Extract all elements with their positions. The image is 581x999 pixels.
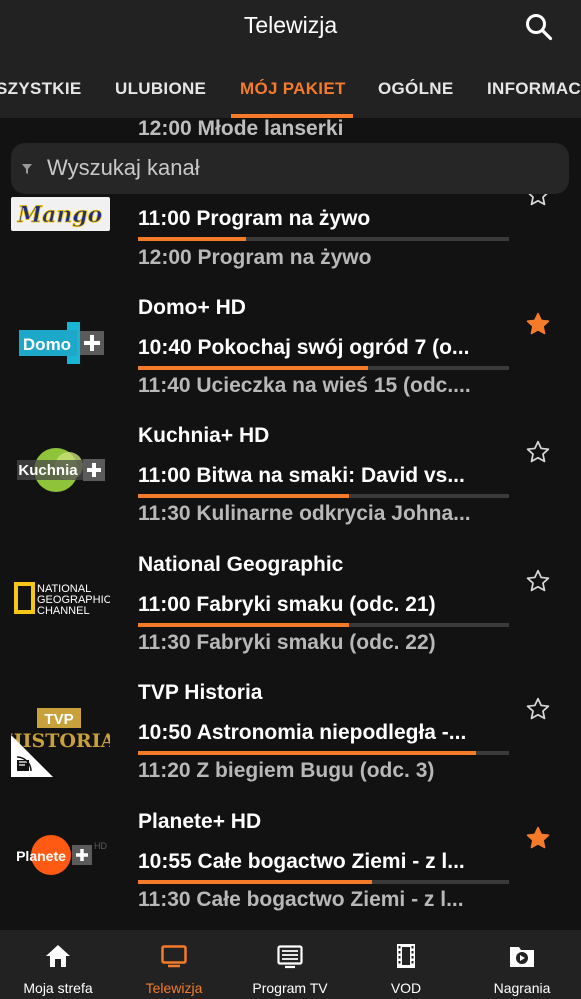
filter-icon: [21, 162, 33, 174]
next-program: 11:30 Kulinarne odkrycia Johna...: [138, 502, 471, 525]
channel-logo: Mango: [11, 197, 110, 257]
current-program: 11:00 Program na żywo: [138, 207, 371, 230]
channel-row[interactable]: NATIONAL GEOGRAPHIC CHANNEL National Geo…: [0, 547, 581, 675]
program-progress: [138, 623, 509, 627]
next-program: 11:30 Fabryki smaku (odc. 22): [138, 631, 436, 654]
channel-logo: TVP HISTORIA: [5, 705, 116, 780]
channel-row[interactable]: Planete HD Planete+ HD 10:55 Całe bogact…: [0, 804, 581, 930]
channel-name: Planete+ HD: [138, 810, 262, 833]
channel-row[interactable]: TVP HISTORIA TVP Historia 10:50 Astronom…: [0, 675, 581, 803]
channel-name: TVP Historia: [138, 681, 263, 704]
tab-informacje[interactable]: INFORMACJ: [487, 79, 581, 99]
nav-program-tv[interactable]: Program TV: [232, 930, 348, 999]
nav-nagrania[interactable]: Nagrania: [464, 930, 580, 999]
channel-row[interactable]: Kuchnia Kuchnia+ HD 11:00 Bitwa na smaki…: [0, 418, 581, 546]
program-progress: [138, 880, 509, 884]
channel-list[interactable]: 12:00 Młode lanserki Mango 11:00 Program…: [0, 0, 581, 930]
nav-label: Moja strefa: [23, 980, 93, 996]
next-program: 11:30 Całe bogactwo Ziemi - z l...: [138, 888, 464, 911]
program-progress: [138, 237, 509, 241]
current-program: 10:55 Całe bogactwo Ziemi - z l...: [138, 850, 465, 873]
nav-moja-strefa[interactable]: Moja strefa: [0, 930, 116, 999]
nav-label: Nagrania: [493, 980, 551, 996]
nav-telewizja[interactable]: Telewizja: [116, 930, 232, 999]
guide-icon: [277, 945, 303, 969]
program-progress: [138, 366, 509, 370]
search-icon[interactable]: [522, 10, 556, 44]
channel-name: Kuchnia+ HD: [138, 424, 270, 447]
channel-logo-text: Kuchnia: [18, 462, 78, 479]
nav-label: Telewizja: [145, 980, 203, 996]
next-program: 12:00 Program na żywo: [138, 246, 372, 269]
channel-logo-text: HISTORIA: [11, 730, 110, 752]
channel-logo-text: Domo: [23, 335, 71, 354]
current-program: 10:40 Pokochaj swój ogród 7 (o...: [138, 336, 470, 359]
current-program: 11:00 Bitwa na smaki: David vs...: [138, 464, 465, 487]
channel-logo-text: CHANNEL: [37, 605, 90, 617]
channel-logo: Domo: [11, 321, 110, 381]
partial-next-program: 12:00 Młode lanserki: [138, 117, 344, 140]
search-placeholder: Wyszukaj kanał: [47, 155, 200, 180]
next-program: 11:40 Ucieczka na wieś 15 (odc....: [138, 374, 471, 397]
favorite-star-icon[interactable]: [525, 311, 551, 337]
tab-wszystkie[interactable]: SZYSTKIE: [0, 79, 82, 99]
bottom-navigation: Moja strefa Telewizja Program TV VOD Nag…: [0, 930, 581, 999]
top-bar: Telewizja SZYSTKIE ULUBIONE MÓJ PAKIET O…: [0, 0, 581, 118]
channel-logo: Planete HD: [11, 832, 110, 892]
current-program: 11:00 Fabryki smaku (odc. 21): [138, 593, 436, 616]
channel-logo-hd: HD: [94, 841, 107, 851]
next-program: 11:20 Z biegiem Bugu (odc. 3): [138, 759, 435, 782]
current-program: 10:50 Astronomia niepodległa -...: [138, 721, 467, 744]
favorite-star-icon[interactable]: [525, 568, 551, 594]
film-icon: [397, 944, 415, 968]
tab-moj-pakiet[interactable]: MÓJ PAKIET: [240, 79, 346, 99]
channel-name: Domo+ HD: [138, 296, 246, 319]
channel-logo: NATIONAL GEOGRAPHIC CHANNEL: [11, 575, 112, 635]
nav-label: Program TV: [252, 980, 328, 996]
nav-vod[interactable]: VOD: [348, 930, 464, 999]
channel-name: National Geographic: [138, 553, 344, 576]
favorite-star-icon[interactable]: [525, 439, 551, 465]
channel-logo-text: TVP: [44, 711, 73, 728]
nav-label: VOD: [390, 980, 422, 996]
active-tab-indicator: [231, 114, 353, 118]
channel-row[interactable]: Domo Domo+ HD 10:40 Pokochaj swój ogród …: [0, 290, 581, 418]
program-progress: [138, 751, 509, 755]
category-tabs: SZYSTKIE ULUBIONE MÓJ PAKIET OGÓLNE INFO…: [0, 68, 581, 118]
recordings-icon: [510, 947, 534, 967]
favorite-star-icon[interactable]: [525, 696, 551, 722]
channel-logo: Kuchnia: [11, 446, 110, 506]
program-progress: [138, 494, 509, 498]
page-title: Telewizja: [243, 12, 338, 38]
channel-logo-text: Planete: [16, 848, 66, 864]
tab-ulubione[interactable]: ULUBIONE: [115, 79, 206, 99]
home-icon: [46, 945, 70, 967]
channel-search-input[interactable]: Wyszukaj kanał: [11, 143, 569, 194]
channel-logo-text: Mango: [17, 202, 103, 228]
tab-ogolne[interactable]: OGÓLNE: [378, 79, 453, 99]
tv-icon: [161, 945, 187, 968]
favorite-star-icon[interactable]: [525, 825, 551, 851]
